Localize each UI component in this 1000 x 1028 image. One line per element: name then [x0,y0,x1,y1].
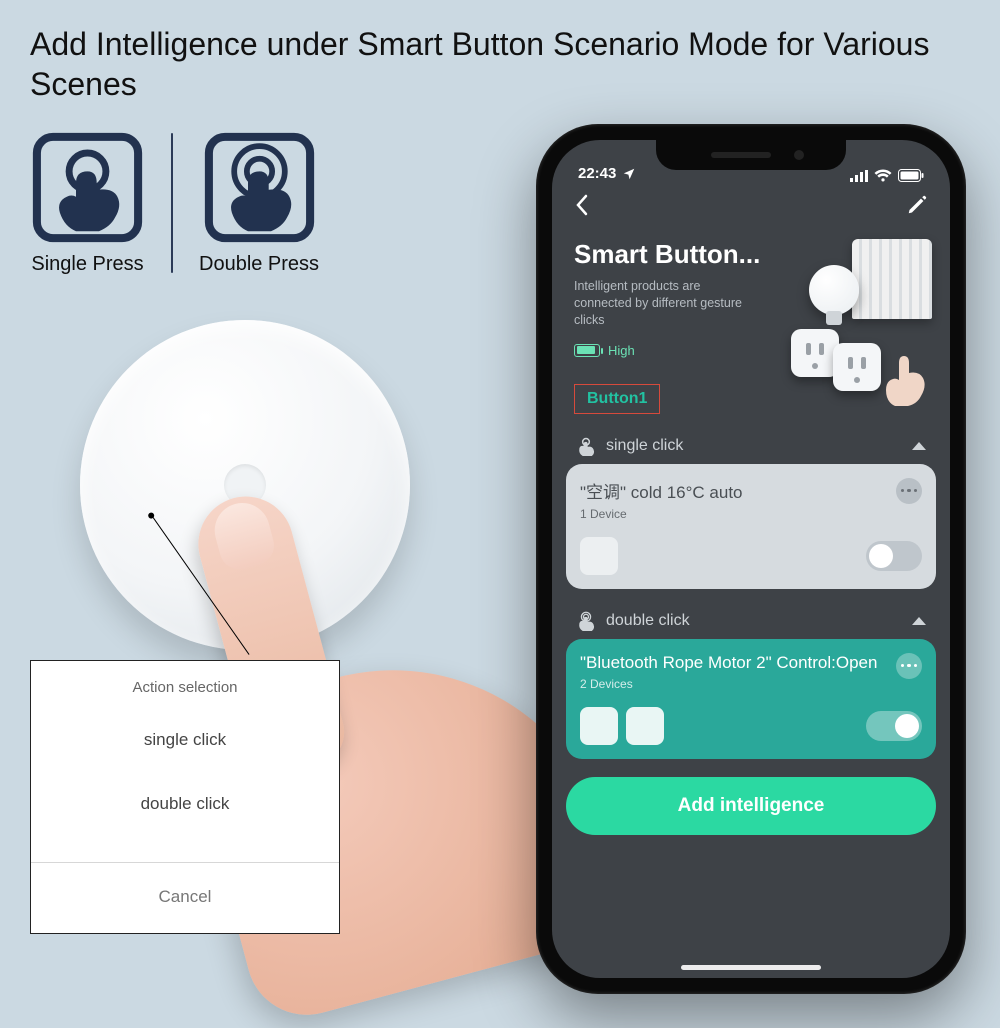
section-head-double-label: double click [606,612,690,630]
battery-icon [574,344,600,357]
phone-screen: 22:43 [552,140,950,978]
card-single-thumbs [580,537,618,575]
smart-button-device [80,320,410,650]
action-sheet-double-click[interactable]: double click [31,772,339,836]
plug-icon [833,343,881,391]
single-press-col: Single Press [30,130,145,276]
section-single-click: single click "空调" cold 16°C auto 1 Devic… [552,428,950,589]
device-thumb [580,707,618,745]
phone-notch [656,140,846,170]
card-single-toggle[interactable] [866,541,922,571]
pencil-icon [906,194,928,216]
card-single-sub: 1 Device [580,507,922,521]
action-sheet: Action selection single click double cli… [30,660,340,934]
hero-subtitle: Intelligent products are connected by di… [574,278,754,329]
card-single-more[interactable] [896,478,922,504]
plug-icon [791,329,839,377]
back-button[interactable] [574,194,590,223]
hero: Smart Button... Intelligent products are… [552,229,950,366]
device-battery-label: High [608,343,635,358]
section-double-click: double click "Bluetooth Rope Motor 2" Co… [552,603,950,759]
double-press-col: Double Press [199,130,319,276]
chevron-up-icon [912,617,926,625]
double-press-label: Double Press [199,253,319,276]
curtain-icon [852,239,932,319]
section-head-double[interactable]: double click [566,603,936,639]
edit-button[interactable] [906,194,928,223]
chevron-left-icon [574,194,590,216]
card-single-click[interactable]: "空调" cold 16°C auto 1 Device [566,464,936,589]
card-double-sub: 2 Devices [580,677,922,691]
status-time: 22:43 [578,165,616,182]
battery-status-icon [898,169,924,182]
single-press-icon [30,130,145,245]
action-sheet-single-click[interactable]: single click [31,708,339,772]
double-press-icon [202,130,317,245]
device-thumb [626,707,664,745]
card-double-more[interactable] [896,653,922,679]
cell-signal-icon [850,170,868,182]
phone-frame: 22:43 [536,124,966,994]
hero-devices [747,239,932,404]
card-double-title: "Bluetooth Rope Motor 2" Control:Open [580,653,922,673]
card-double-click[interactable]: "Bluetooth Rope Motor 2" Control:Open 2 … [566,639,936,759]
add-intelligence-button[interactable]: Add intelligence [566,777,936,835]
chevron-up-icon [912,442,926,450]
card-double-thumbs [580,707,664,745]
tap-single-icon [576,436,596,456]
action-sheet-cancel[interactable]: Cancel [31,862,339,933]
bulb-icon [809,265,859,315]
topbar [552,184,950,229]
press-row: Single Press Double Press [30,130,319,276]
card-single-title: "空调" cold 16°C auto [580,478,922,503]
home-indicator[interactable] [681,965,821,970]
page-headline: Add Intelligence under Smart Button Scen… [30,24,950,104]
pointing-hand-icon [884,352,928,408]
press-divider [171,133,173,273]
button1-chip[interactable]: Button1 [574,384,660,414]
card-double-toggle[interactable] [866,711,922,741]
section-head-single-label: single click [606,437,683,455]
section-head-single[interactable]: single click [566,428,936,464]
action-sheet-title: Action selection [31,661,339,708]
single-press-label: Single Press [31,253,143,276]
tap-double-icon [576,611,596,631]
location-arrow-icon [622,167,636,181]
device-thumb [580,537,618,575]
wifi-icon [874,169,892,182]
